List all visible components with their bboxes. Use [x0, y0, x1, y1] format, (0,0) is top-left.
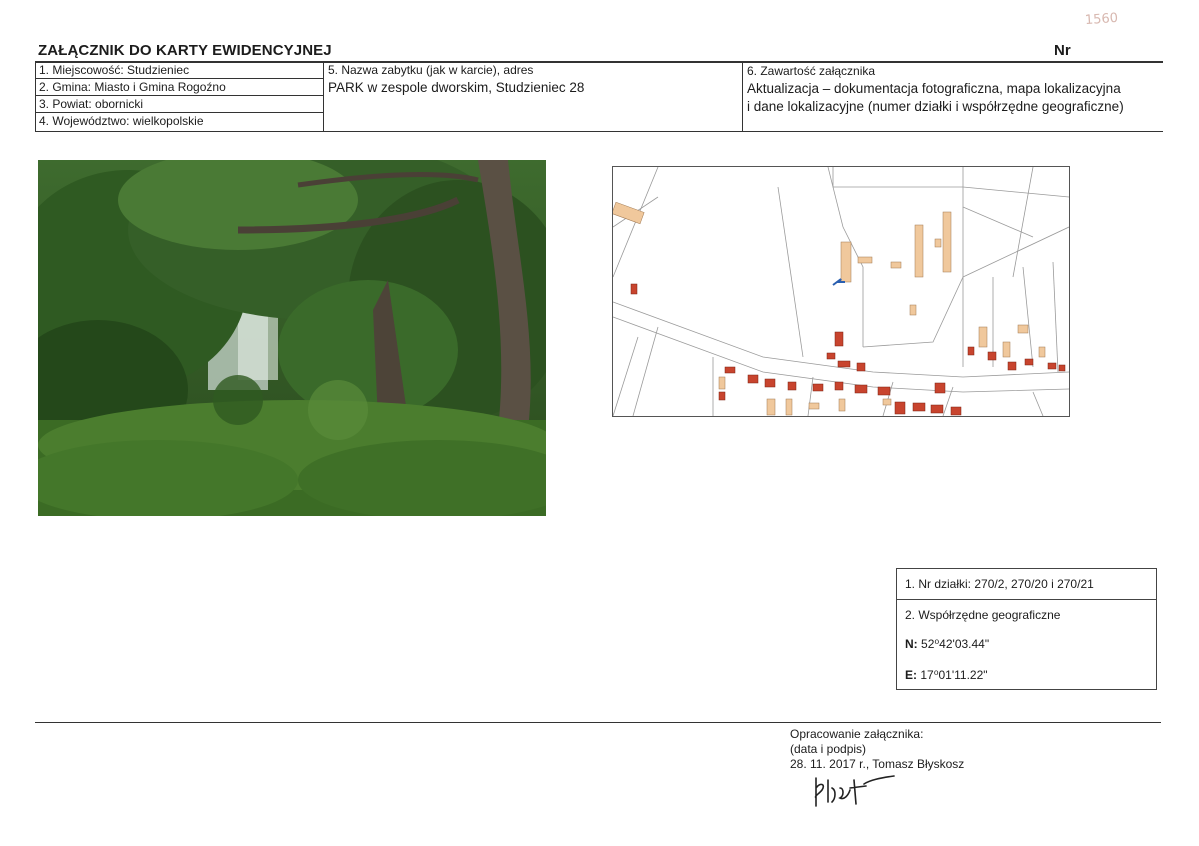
field-zawartosc-label: 6. Zawartość załącznika	[747, 64, 876, 78]
table-column-rule	[323, 61, 324, 132]
footer-line-prepared: Opracowanie załącznika:	[790, 727, 924, 741]
field-nazwa-value: PARK w zespole dworskim, Studzieniec 28	[328, 80, 585, 95]
location-map	[612, 166, 1070, 417]
location-info-box: 1. Nr działki: 270/2, 270/20 i 270/21 2.…	[896, 568, 1157, 690]
field-zawartosc-line2: i dane lokalizacyjne (numer działki i ws…	[747, 99, 1124, 114]
pencil-note: 1560	[1084, 10, 1119, 29]
info-divider	[897, 599, 1156, 600]
page-title: ZAŁĄCZNIK DO KARTY EWIDENCYJNEJ	[38, 42, 332, 59]
field-miejscowosc: 1. Miejscowość: Studzieniec	[39, 63, 190, 77]
footer-block: Opracowanie załącznika: (data i podpis) …	[790, 727, 964, 772]
footer-rule	[35, 722, 1161, 723]
table-row-rule	[35, 112, 323, 113]
longitude: E: 17⁰01'11.22"	[905, 668, 988, 682]
footer-line-author: 28. 11. 2017 r., Tomasz Błyskosz	[790, 757, 965, 771]
field-powiat: 3. Powiat: obornicki	[39, 97, 144, 111]
footer-line-date-signature: (data i podpis)	[790, 742, 867, 756]
field-zawartosc-line1: Aktualizacja – dokumentacja fotograficzn…	[747, 81, 1121, 96]
table-column-rule	[742, 61, 743, 132]
table-top-rule	[35, 61, 1163, 63]
number-label: Nr	[1054, 42, 1071, 59]
latitude-label: N:	[905, 637, 918, 651]
handwritten-signature	[810, 774, 900, 815]
field-nazwa-label: 5. Nazwa zabytku (jak w karcie), adres	[328, 63, 534, 77]
park-photo	[38, 160, 546, 516]
longitude-value: 17⁰01'11.22"	[920, 668, 988, 682]
table-row-rule	[35, 95, 323, 96]
plot-number: 1. Nr działki: 270/2, 270/20 i 270/21	[905, 577, 1094, 591]
longitude-label: E:	[905, 668, 917, 682]
latitude-value: 52⁰42'03.44"	[921, 637, 990, 651]
table-column-rule	[35, 61, 36, 132]
field-gmina: 2. Gmina: Miasto i Gmina Rogoźno	[39, 80, 226, 94]
field-wojewodztwo: 4. Województwo: wielkopolskie	[39, 114, 204, 128]
coordinates-label: 2. Współrzędne geograficzne	[905, 608, 1061, 622]
latitude: N: 52⁰42'03.44"	[905, 637, 989, 651]
table-bottom-rule	[35, 131, 1163, 132]
table-row-rule	[35, 78, 323, 79]
